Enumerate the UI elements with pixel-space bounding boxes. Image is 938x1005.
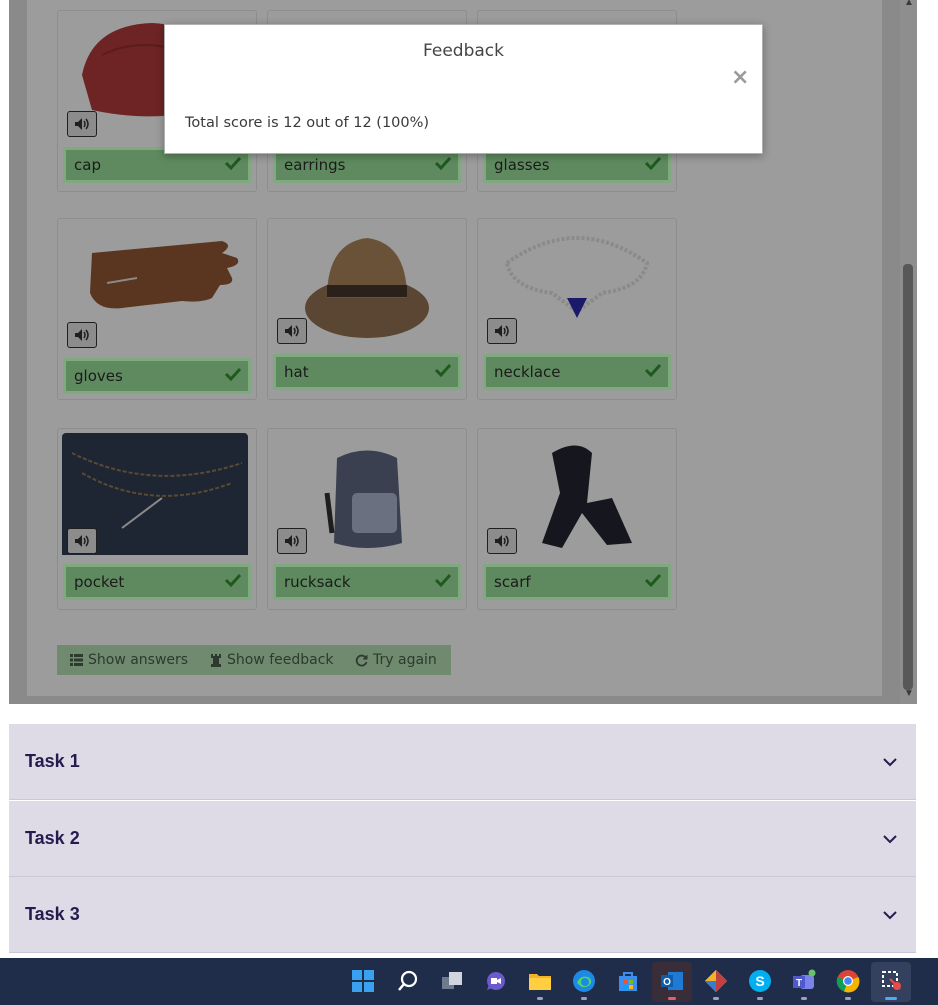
- taskbar-running-indicator: [713, 997, 719, 1000]
- show-answers-button[interactable]: Show answers: [57, 645, 202, 675]
- accordion-task-1[interactable]: Task 1: [9, 724, 916, 800]
- check-icon: [434, 573, 452, 588]
- audio-button[interactable]: [487, 318, 517, 344]
- teams-icon[interactable]: T: [791, 968, 817, 994]
- skype-icon[interactable]: S: [747, 968, 773, 994]
- card-pocket: pocket: [57, 428, 257, 610]
- edge-icon[interactable]: [571, 968, 597, 994]
- check-icon: [644, 363, 662, 378]
- taskbar-running-indicator: [581, 997, 587, 1000]
- card-scarf: scarf: [477, 428, 677, 610]
- show-feedback-label: Show feedback: [227, 652, 334, 668]
- svg-text:O: O: [663, 977, 671, 988]
- audio-button[interactable]: [277, 528, 307, 554]
- answer-label: necklace: [494, 363, 561, 381]
- taskbar-running-indicator: [801, 997, 807, 1000]
- answer-label: pocket: [74, 573, 125, 591]
- audio-button[interactable]: [67, 528, 97, 554]
- check-icon: [644, 573, 662, 588]
- search-icon[interactable]: [395, 968, 421, 994]
- card-gloves: gloves: [57, 218, 257, 400]
- answer-box[interactable]: gloves: [63, 358, 251, 394]
- answer-box[interactable]: scarf: [483, 564, 671, 600]
- answer-label: cap: [74, 156, 101, 174]
- check-icon: [224, 367, 242, 382]
- check-icon: [224, 156, 242, 171]
- task-view-icon[interactable]: [439, 968, 465, 994]
- audio-button[interactable]: [67, 322, 97, 348]
- score-message: Total score is 12 out of 12 (100%): [185, 115, 430, 131]
- store-icon[interactable]: [615, 968, 641, 994]
- speaker-icon: [285, 535, 299, 547]
- chevron-down-icon: [883, 758, 897, 767]
- scroll-up-arrow-icon[interactable]: ▲: [903, 0, 915, 9]
- card-necklace: necklace: [477, 218, 677, 400]
- answer-label: glasses: [494, 156, 550, 174]
- chevron-down-icon: [883, 835, 897, 844]
- audio-button[interactable]: [487, 528, 517, 554]
- svg-text:S: S: [755, 973, 764, 989]
- answer-box[interactable]: hat: [273, 354, 461, 390]
- git-icon[interactable]: [703, 968, 729, 994]
- taskbar: O S T: [0, 958, 938, 1005]
- check-icon: [434, 156, 452, 171]
- snipping-tool-icon[interactable]: [879, 968, 905, 994]
- card-hat: hat: [267, 218, 467, 400]
- check-icon: [434, 363, 452, 378]
- feedback-dialog: Feedback × Total score is 12 out of 12 (…: [164, 24, 763, 154]
- audio-button[interactable]: [277, 318, 307, 344]
- check-icon: [644, 156, 662, 171]
- answer-box[interactable]: rucksack: [273, 564, 461, 600]
- taskbar-running-indicator: [757, 997, 763, 1000]
- dialog-title: Feedback: [423, 41, 504, 61]
- speaker-icon: [75, 329, 89, 341]
- outlook-icon[interactable]: O: [659, 968, 685, 994]
- accordion-task-2[interactable]: Task 2: [9, 801, 916, 877]
- answer-label: scarf: [494, 573, 531, 591]
- audio-button[interactable]: [67, 111, 97, 137]
- close-icon[interactable]: ×: [731, 65, 749, 90]
- show-feedback-button[interactable]: Show feedback: [197, 645, 347, 675]
- start-icon[interactable]: [350, 968, 376, 994]
- refresh-icon: [355, 654, 368, 666]
- check-icon: [224, 573, 242, 588]
- taskbar-running-indicator: [537, 997, 543, 1000]
- answer-label: earrings: [284, 156, 346, 174]
- taskbar-running-indicator: [885, 997, 897, 1000]
- speaker-icon: [495, 325, 509, 337]
- answer-box[interactable]: pocket: [63, 564, 251, 600]
- speaker-icon: [285, 325, 299, 337]
- answer-label: hat: [284, 363, 309, 381]
- scrollbar-thumb[interactable]: [903, 264, 913, 690]
- list-icon: [70, 654, 83, 666]
- chess-rook-icon: [211, 653, 221, 667]
- show-answers-label: Show answers: [88, 652, 189, 668]
- speaker-icon: [75, 535, 89, 547]
- speaker-icon: [495, 535, 509, 547]
- task-title: Task 2: [25, 828, 80, 848]
- task-title: Task 3: [25, 904, 80, 924]
- task-title: Task 1: [25, 751, 80, 771]
- scroll-down-arrow-icon[interactable]: ▼: [903, 688, 915, 700]
- taskbar-running-indicator: [668, 997, 676, 1000]
- chat-icon[interactable]: [483, 968, 509, 994]
- answer-label: rucksack: [284, 573, 351, 591]
- try-again-label: Try again: [373, 652, 437, 668]
- accordion-task-3[interactable]: Task 3: [9, 877, 916, 953]
- chevron-down-icon: [883, 911, 897, 920]
- chrome-icon[interactable]: [835, 968, 861, 994]
- answer-label: gloves: [74, 367, 123, 385]
- file-explorer-icon[interactable]: [527, 968, 553, 994]
- answer-box[interactable]: necklace: [483, 354, 671, 390]
- card-rucksack: rucksack: [267, 428, 467, 610]
- try-again-button[interactable]: Try again: [341, 645, 451, 675]
- taskbar-running-indicator: [845, 997, 851, 1000]
- speaker-icon: [75, 118, 89, 130]
- svg-text:T: T: [796, 978, 802, 989]
